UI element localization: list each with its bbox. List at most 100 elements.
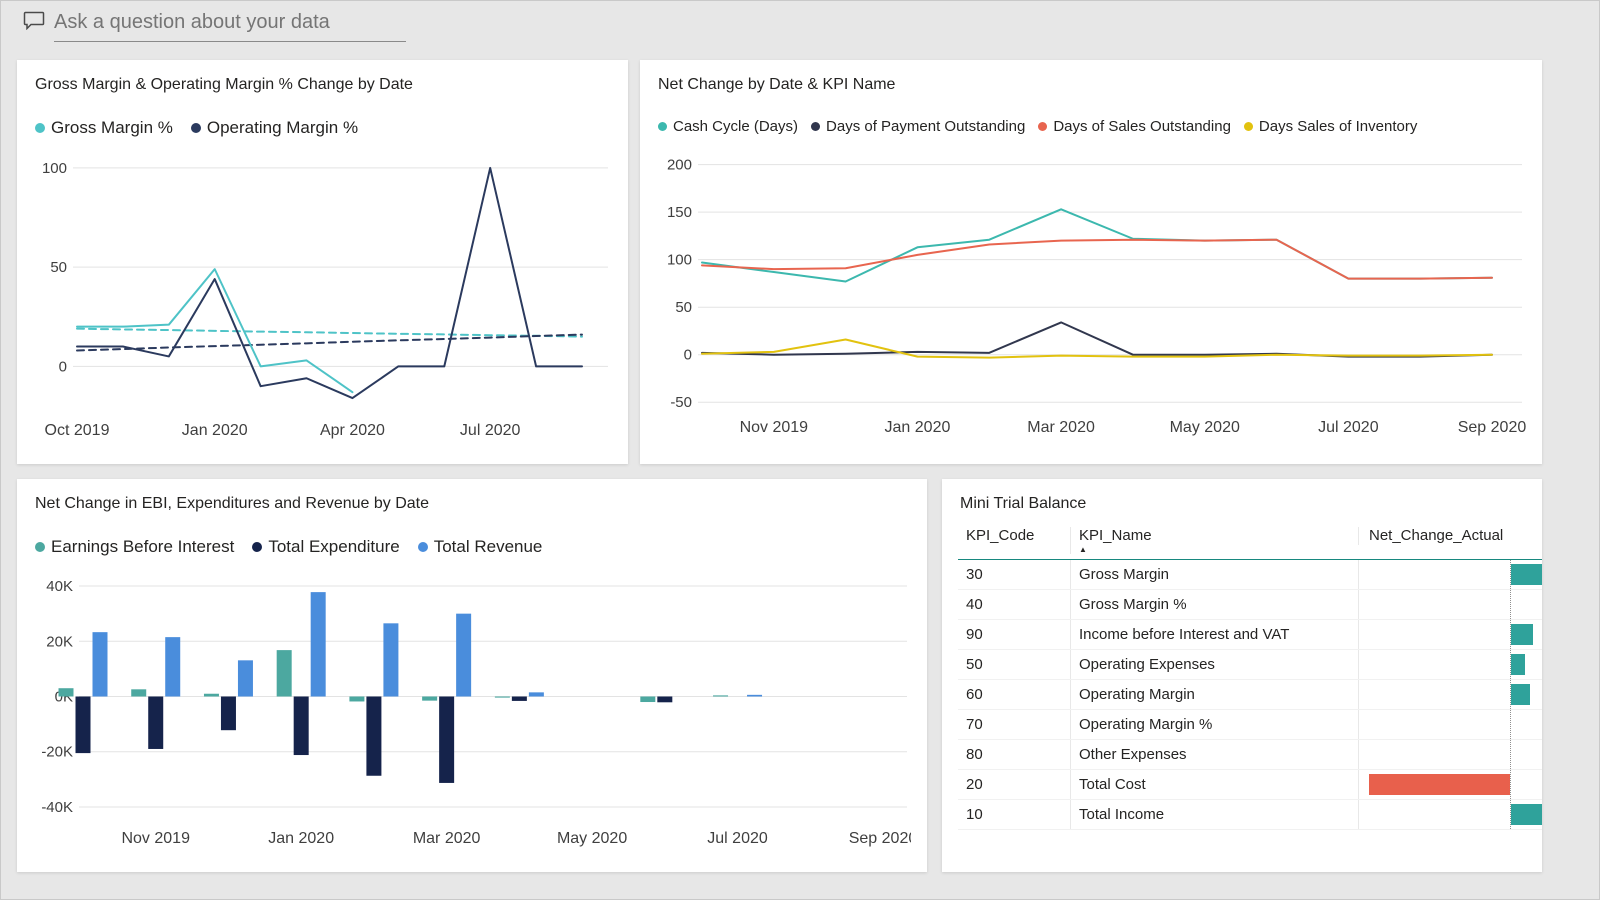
legend-item-days-of-sales-outstanding[interactable]: Days of Sales Outstanding — [1038, 118, 1231, 135]
column-header-kpi-code[interactable]: KPI_Code — [958, 527, 1070, 545]
series-line-operating-margin-trend[interactable] — [77, 335, 582, 351]
bar-total-expenditure[interactable] — [512, 697, 527, 701]
x-axis-label: Sep 2020 — [1458, 419, 1526, 436]
y-axis-label: 50 — [675, 299, 692, 316]
kpi-name-cell: Total Income — [1070, 800, 1358, 829]
kpi-code-cell: 50 — [958, 650, 1070, 679]
card-mini-trial-balance: Mini Trial Balance KPI_CodeKPI_Name▲Net_… — [942, 479, 1542, 872]
legend-item-days-sales-of-inventory[interactable]: Days Sales of Inventory — [1244, 118, 1417, 135]
bar-earnings-before-interest[interactable] — [349, 697, 364, 702]
table-row-operating-margin[interactable]: 70Operating Margin % — [958, 710, 1542, 740]
legend-dot — [418, 542, 428, 552]
table-row-total-income[interactable]: 10Total Income — [958, 800, 1542, 830]
column-header-kpi-name[interactable]: KPI_Name▲ — [1070, 527, 1358, 554]
table-row-other-expenses[interactable]: 80Other Expenses — [958, 740, 1542, 770]
bar-total-revenue[interactable] — [238, 660, 253, 696]
kpi-code-cell: 40 — [958, 590, 1070, 619]
table-row-income-before-interest-and-vat[interactable]: 90Income before Interest and VAT — [958, 620, 1542, 650]
bar-earnings-before-interest[interactable] — [277, 650, 292, 696]
legend-item-total-revenue[interactable]: Total Revenue — [418, 537, 543, 557]
bar-total-expenditure[interactable] — [76, 697, 91, 754]
x-axis-label: Jan 2020 — [182, 422, 248, 439]
bar-total-expenditure[interactable] — [439, 697, 454, 783]
bar-earnings-before-interest[interactable] — [131, 689, 146, 696]
y-axis-label: 40K — [46, 578, 73, 595]
kpi-code-cell: 30 — [958, 560, 1070, 589]
column-header-net-change-actual[interactable]: Net_Change_Actual — [1358, 527, 1542, 545]
bar-total-revenue[interactable] — [311, 592, 326, 696]
margin-line-chart[interactable]: 050100Oct 2019Jan 2020Apr 2020Jul 2020 — [33, 144, 612, 444]
table-row-operating-margin[interactable]: 60Operating Margin — [958, 680, 1542, 710]
x-axis-label: May 2020 — [557, 830, 627, 847]
column-header-label: Net_Change_Actual — [1369, 527, 1503, 544]
x-axis-label: Jul 2020 — [707, 830, 768, 847]
x-axis-label: Nov 2019 — [740, 419, 809, 436]
bar-total-expenditure[interactable] — [366, 697, 381, 776]
legend-label: Total Revenue — [434, 537, 543, 557]
ebi-bar-chart[interactable]: -40K-20K0K20K40KNov 2019Jan 2020Mar 2020… — [33, 563, 911, 852]
legend-item-total-expenditure[interactable]: Total Expenditure — [252, 537, 399, 557]
zero-axis-line — [1510, 740, 1511, 769]
bar-earnings-before-interest[interactable] — [204, 694, 219, 697]
legend-item-operating-margin[interactable]: Operating Margin % — [191, 118, 358, 138]
legend-label: Days of Payment Outstanding — [826, 118, 1025, 135]
bar-total-revenue[interactable] — [165, 637, 180, 696]
kpi-code-cell: 60 — [958, 680, 1070, 709]
series-line-operating-margin[interactable] — [77, 168, 582, 398]
series-line-gross-margin-trend[interactable] — [77, 329, 582, 337]
x-axis-label: Jan 2020 — [268, 830, 334, 847]
x-axis-label: Nov 2019 — [121, 830, 190, 847]
legend-label: Days of Sales Outstanding — [1053, 118, 1231, 135]
bar-total-revenue[interactable] — [747, 695, 762, 697]
kpi-line-chart[interactable]: -50050100150200Nov 2019Jan 2020Mar 2020M… — [656, 141, 1526, 441]
bar-total-revenue[interactable] — [383, 623, 398, 696]
kpi-name-cell: Operating Margin % — [1070, 710, 1358, 739]
qa-input[interactable]: Ask a question about your data — [54, 11, 406, 42]
series-line-days-of-payment-outstanding[interactable] — [702, 322, 1492, 356]
x-axis-label: Jan 2020 — [885, 419, 951, 436]
table-row-operating-expenses[interactable]: 50Operating Expenses — [958, 650, 1542, 680]
bar-earnings-before-interest[interactable] — [59, 688, 74, 696]
x-axis-label: May 2020 — [1170, 419, 1240, 436]
legend-kpi: Cash Cycle (Days) Days of Payment Outstan… — [658, 118, 1526, 135]
legend-item-days-of-payment-outstanding[interactable]: Days of Payment Outstanding — [811, 118, 1025, 135]
x-axis-label: Mar 2020 — [1027, 419, 1095, 436]
net-change-cell — [1358, 710, 1542, 739]
table-row-total-cost[interactable]: 20Total Cost — [958, 770, 1542, 800]
legend-item-gross-margin[interactable]: Gross Margin % — [35, 118, 173, 138]
bar-earnings-before-interest[interactable] — [640, 697, 655, 703]
bar-earnings-before-interest[interactable] — [713, 695, 728, 696]
legend-margin: Gross Margin % Operating Margin % — [35, 118, 612, 138]
bar-total-expenditure[interactable] — [221, 697, 236, 731]
bar-total-expenditure[interactable] — [294, 697, 309, 756]
sort-ascending-icon: ▲ — [1079, 546, 1358, 554]
bar-total-expenditure[interactable] — [148, 697, 163, 749]
card-title: Net Change by Date & KPI Name — [658, 76, 1526, 94]
series-line-cash-cycle-days[interactable] — [702, 209, 1492, 281]
table-row-gross-margin[interactable]: 30Gross Margin — [958, 560, 1542, 590]
bar-total-revenue[interactable] — [456, 614, 471, 697]
positive-data-bar — [1511, 654, 1525, 675]
card-title: Gross Margin & Operating Margin % Change… — [35, 76, 612, 94]
y-axis-label: 50 — [50, 259, 67, 276]
bar-total-revenue[interactable] — [93, 632, 108, 696]
legend-item-earnings-before-interest[interactable]: Earnings Before Interest — [35, 537, 234, 557]
bar-total-expenditure[interactable] — [657, 697, 672, 703]
bar-total-revenue[interactable] — [529, 692, 544, 696]
legend-dot — [35, 123, 45, 133]
legend-dot — [191, 123, 201, 133]
positive-data-bar — [1511, 564, 1542, 585]
card-net-change-kpi: Net Change by Date & KPI Name Cash Cycle… — [640, 60, 1542, 464]
table-row-gross-margin[interactable]: 40Gross Margin % — [958, 590, 1542, 620]
kpi-name-cell: Gross Margin % — [1070, 590, 1358, 619]
legend-item-cash-cycle-days[interactable]: Cash Cycle (Days) — [658, 118, 798, 135]
net-change-cell — [1358, 650, 1542, 679]
bar-earnings-before-interest[interactable] — [495, 697, 510, 698]
bar-earnings-before-interest[interactable] — [422, 697, 437, 701]
positive-data-bar — [1511, 684, 1530, 705]
kpi-name-cell: Total Cost — [1070, 770, 1358, 799]
legend-dot — [1244, 122, 1253, 131]
x-axis-label: Mar 2020 — [413, 830, 481, 847]
kpi-code-cell: 70 — [958, 710, 1070, 739]
legend-ebi: Earnings Before Interest Total Expenditur… — [35, 537, 911, 557]
